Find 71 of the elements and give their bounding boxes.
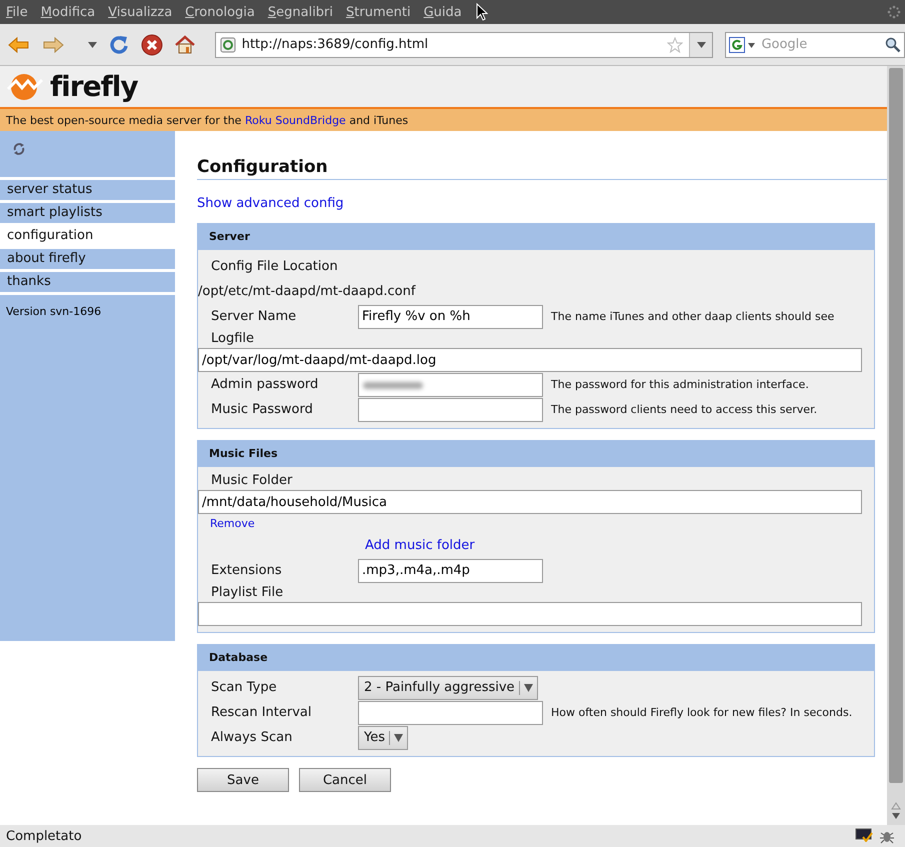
field-label: Server Name (210, 309, 298, 324)
stop-icon[interactable] (140, 34, 163, 56)
caret-icon (524, 684, 533, 692)
field-label: Music Password (210, 402, 314, 417)
history-dropdown-button[interactable] (689, 32, 712, 56)
menu-item[interactable]: Segnalibri (268, 4, 334, 20)
section-header: Database (198, 645, 874, 671)
input-field[interactable] (358, 398, 543, 422)
field-label: Logfile (210, 331, 256, 346)
input-field[interactable]: .mp3,.m4a,.m4p (358, 558, 543, 582)
input-field[interactable]: Firefly %v on %h (358, 304, 543, 328)
back-icon[interactable] (8, 36, 30, 54)
input-field[interactable] (198, 602, 862, 626)
form-button[interactable]: Save (197, 768, 289, 792)
menu-item[interactable]: Guida (424, 4, 462, 20)
field-label: Rescan Interval (210, 705, 312, 720)
address-bar[interactable]: http://naps:3689/config.html (214, 32, 714, 58)
menu-item[interactable]: File (6, 4, 28, 20)
menu-item[interactable]: Visualizza (108, 4, 172, 20)
menu-item[interactable]: Cronologia (185, 4, 255, 20)
field-hint: The password clients need to access this server. (551, 403, 818, 416)
status-text: Completato (6, 828, 82, 844)
dropdown[interactable]: Yes (358, 726, 408, 750)
reload-icon[interactable] (108, 34, 129, 54)
field-hint: The name iTunes and other daap clients should see (551, 310, 834, 323)
field-label: Always Scan (210, 730, 294, 745)
logo-icon (6, 72, 44, 102)
form-button[interactable]: Cancel (299, 768, 391, 792)
section-header: Music Files (198, 441, 874, 467)
input-field[interactable] (358, 700, 543, 724)
home-icon[interactable] (174, 34, 195, 54)
field-label: Playlist File (210, 585, 284, 600)
add-folder-link[interactable]: Add music folder (365, 538, 475, 552)
password-field[interactable] (358, 372, 543, 396)
dropdown[interactable]: 2 - Painfully aggressive (358, 676, 538, 700)
section-header: Server (198, 224, 874, 250)
remove-link[interactable]: Remove (198, 516, 255, 530)
menu-item[interactable]: Modifica (40, 4, 96, 20)
input-field[interactable]: /opt/var/log/mt-daapd/mt-daapd.log (198, 348, 862, 372)
show-advanced-link[interactable]: Show advanced config (197, 196, 344, 211)
input-field[interactable]: /mnt/data/household/Musica (198, 490, 862, 514)
monitor-check-icon[interactable] (855, 828, 873, 842)
search-engine-icon[interactable] (729, 36, 758, 52)
mouse-pointer-icon (476, 3, 488, 21)
caret-icon (394, 734, 403, 742)
page-icon (220, 36, 236, 52)
field-label: Music Folder (210, 473, 294, 488)
field-label: Scan Type (210, 680, 278, 695)
version-text: Version svn-1696 (0, 292, 175, 328)
scroll-arrows-icon[interactable] (891, 801, 901, 821)
scrollbar[interactable] (887, 66, 905, 825)
config-path-text: /opt/etc/mt-daapd/mt-daapd.conf (198, 284, 416, 299)
field-hint: The password for this administration interface. (551, 378, 809, 391)
caret-icon (696, 42, 706, 48)
search-bar[interactable]: Google (725, 32, 905, 58)
tagline: The best open-source media server for the Roku SoundBridge and iTunes (6, 114, 408, 126)
loading-icon (887, 5, 901, 19)
roku-link[interactable]: Roku SoundBridge (244, 114, 346, 126)
sidebar-item[interactable]: configuration (0, 223, 175, 246)
bookmark-star-icon[interactable] (667, 36, 684, 52)
field-label: Extensions (210, 563, 283, 578)
field-label: Config File Location (210, 259, 338, 274)
search-icon[interactable] (885, 36, 901, 52)
field-hint: How often should Firefly look for new files? In seconds. (551, 706, 852, 719)
page-title: Configuration (197, 157, 329, 177)
field-label: Admin password (210, 377, 320, 392)
refresh-icon[interactable] (12, 142, 26, 156)
masked-password-smudge (363, 382, 423, 388)
menu-item[interactable]: Strumenti (346, 4, 411, 20)
forward-icon[interactable] (42, 36, 64, 54)
logo-text: firefly (50, 70, 138, 103)
